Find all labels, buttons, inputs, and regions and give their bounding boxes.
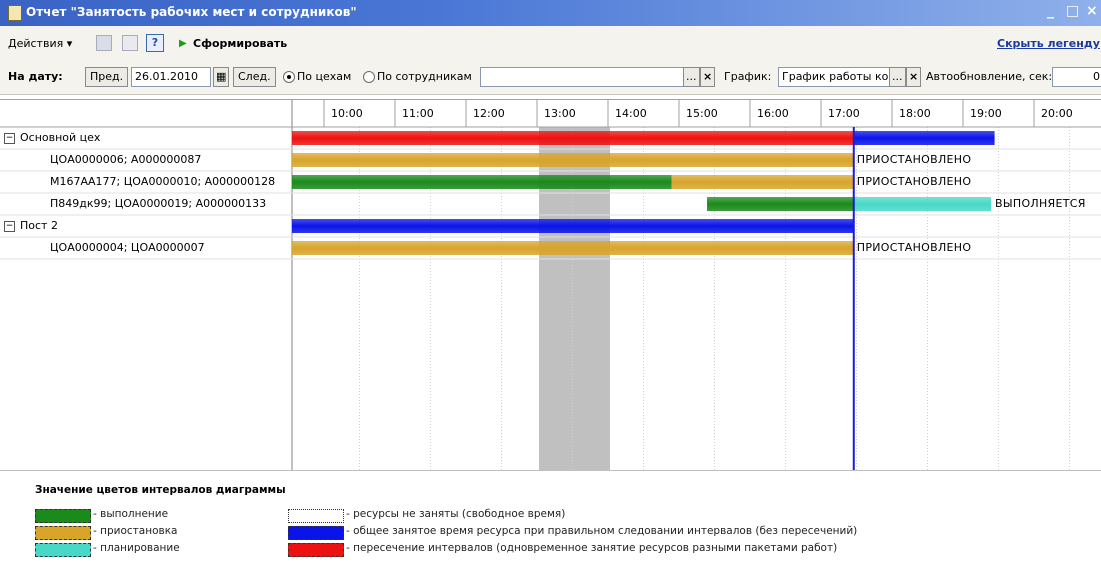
gantt-bar-busy	[853, 131, 995, 145]
legend-label: - планирование	[93, 542, 180, 554]
clear-field-button[interactable]: ×	[700, 67, 716, 87]
actions-menu[interactable]: Действия ▾	[8, 37, 72, 50]
row-status-label: ПРИОСТАНОВЛЕНО	[856, 241, 972, 254]
date-field[interactable]: 26.01.2010	[131, 67, 211, 87]
gantt-bar-execution	[707, 197, 854, 211]
legend-swatch	[288, 543, 344, 557]
schedule-field[interactable]: График работы ко	[778, 67, 892, 87]
actions-menu-label: Действия	[8, 37, 64, 50]
calendar-icon[interactable]: ▦	[213, 67, 229, 87]
generate-button[interactable]: Сформировать	[193, 37, 287, 50]
schedule-ellipsis-button[interactable]: ...	[889, 67, 906, 87]
by-shops-label: По цехам	[297, 70, 352, 83]
play-icon: ▶	[179, 38, 187, 49]
legend-swatch	[35, 526, 91, 540]
help-icon[interactable]: ?	[146, 34, 164, 52]
row-status-label: ПРИОСТАНОВЛЕНО	[856, 175, 972, 188]
select-ellipsis-button[interactable]: ...	[683, 67, 700, 87]
legend-label: - приостановка	[93, 525, 178, 537]
close-button[interactable]: ×	[1086, 3, 1098, 19]
time-header-label: 10:00	[331, 107, 363, 120]
gantt-bar-pause	[292, 241, 854, 255]
window-title: Отчет "Занятость рабочих мест и сотрудни…	[26, 5, 357, 19]
gantt-bar-planning	[853, 197, 992, 211]
resource-row-label: ЦОА0000004; ЦОА0000007	[50, 241, 205, 254]
time-header-label: 15:00	[686, 107, 718, 120]
time-header-label: 11:00	[402, 107, 434, 120]
collapse-toggle-icon[interactable]: −	[4, 221, 15, 232]
next-day-button[interactable]: След.	[233, 67, 276, 87]
schedule-clear-button[interactable]: ×	[906, 67, 922, 87]
employee-select-field[interactable]	[480, 67, 684, 87]
resource-row-label: ЦОА0000006; А000000087	[50, 153, 202, 166]
by-employees-label: По сотрудникам	[377, 70, 472, 83]
time-header-label: 18:00	[899, 107, 931, 120]
autoupdate-field[interactable]: 0	[1052, 67, 1101, 87]
collapse-toggle-icon[interactable]: −	[4, 133, 15, 144]
row-status-label: ВЫПОЛНЯЕТСЯ	[995, 197, 1086, 210]
toolbar: Действия ▾ ? ▶ Сформировать Скрыть леген…	[0, 26, 1101, 61]
minimize-button[interactable]: _	[1047, 3, 1054, 19]
time-header-label: 13:00	[544, 107, 576, 120]
resource-row-label: М167АА177; ЦОА0000010; А000000128	[50, 175, 276, 188]
export-icon[interactable]	[122, 35, 138, 51]
gantt-bar-execution	[292, 175, 672, 189]
legend-label: - общее занятое время ресурса при правил…	[346, 525, 858, 537]
autoupdate-label: Автообновление, сек:	[926, 70, 1053, 83]
report-app-icon	[8, 5, 22, 21]
schedule-label: График:	[724, 70, 772, 83]
legend-swatch	[288, 509, 344, 523]
gantt-chart: 10:00 11:00 12:00 13:00 14:00 15:00 16:00 17:00…	[0, 99, 1101, 470]
time-header-label: 20:00	[1041, 107, 1073, 120]
gantt-bar-overlap	[292, 131, 854, 145]
gantt-bar-pause	[671, 175, 854, 189]
row-status-label: ПРИОСТАНОВЛЕНО	[856, 153, 972, 166]
group-row-label: Основной цех	[20, 131, 101, 144]
time-header-label: 16:00	[757, 107, 789, 120]
copy-icon[interactable]	[96, 35, 112, 51]
time-header-label: 17:00	[828, 107, 860, 120]
legend-panel: Значение цветов интервалов диаграммы - в…	[0, 470, 1101, 568]
legend-title: Значение цветов интервалов диаграммы	[35, 484, 286, 496]
filter-bar: На дату: Пред. 26.01.2010 ▦ След. По цех…	[0, 60, 1101, 95]
window-title-bar: Отчет "Занятость рабочих мест и сотрудни…	[0, 0, 1101, 26]
prev-day-button[interactable]: Пред.	[85, 67, 129, 87]
legend-label: - пересечение интервалов (одновременное …	[346, 542, 838, 554]
time-header-label: 12:00	[473, 107, 505, 120]
hide-legend-link[interactable]: Скрыть легенду	[997, 37, 1100, 50]
legend-swatch	[35, 543, 91, 557]
maximize-button[interactable]: □	[1066, 3, 1079, 19]
legend-label: - ресурсы не заняты (свободное время)	[346, 508, 566, 520]
time-header-label: 14:00	[615, 107, 647, 120]
time-header-label: 19:00	[970, 107, 1002, 120]
resource-row-label: П849дк99; ЦОА0000019; А000000133	[50, 197, 267, 210]
by-shops-radio[interactable]	[283, 71, 295, 83]
legend-swatch	[35, 509, 91, 523]
date-label: На дату:	[8, 70, 63, 83]
by-employees-radio[interactable]	[363, 71, 375, 83]
gantt-bar-pause	[292, 153, 854, 167]
legend-label: - выполнение	[93, 508, 169, 520]
gantt-bar-busy	[292, 219, 854, 233]
group-row-label: Пост 2	[20, 219, 58, 232]
legend-swatch	[288, 526, 344, 540]
